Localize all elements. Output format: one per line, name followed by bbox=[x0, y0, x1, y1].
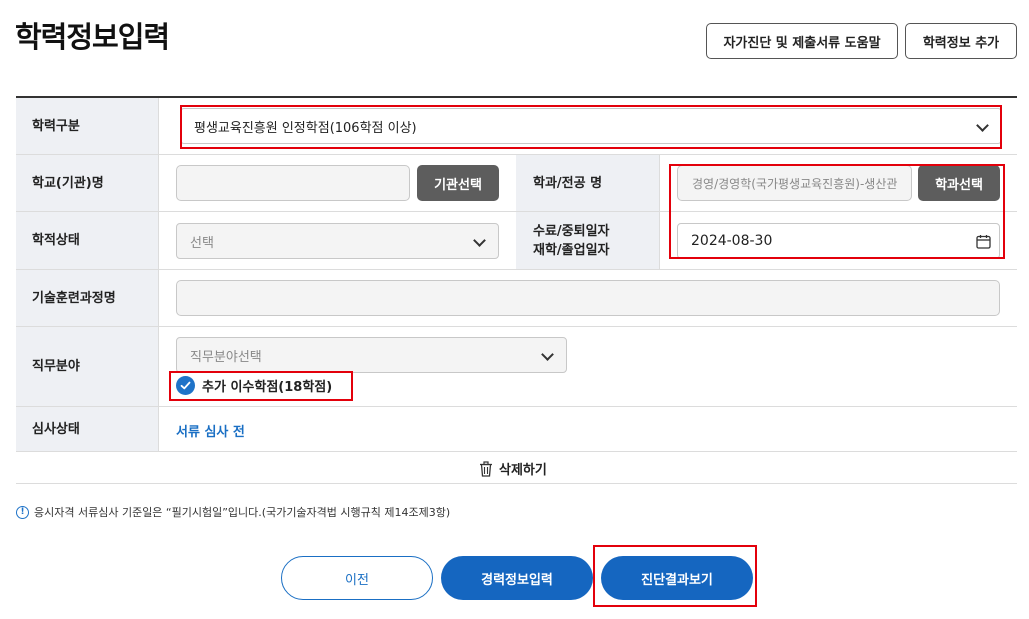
education-type-row: 학력구분 평생교육진흥원 인정학점(106학점 이상) bbox=[16, 98, 1017, 155]
enrollment-status-label: 학적상태 bbox=[16, 212, 158, 269]
job-field-label: 직무분야 bbox=[16, 327, 158, 406]
page-title: 학력정보입력 bbox=[15, 20, 170, 54]
calendar-icon[interactable] bbox=[976, 234, 991, 249]
select-institution-button[interactable]: 기관선택 bbox=[417, 165, 499, 201]
prev-button[interactable]: 이전 bbox=[281, 556, 433, 600]
completion-date-label-line2: 재학/졸업일자 bbox=[533, 242, 610, 258]
career-info-button[interactable]: 경력정보입력 bbox=[441, 556, 593, 600]
major-label: 학과/전공 명 bbox=[516, 155, 659, 211]
completion-date-label: 수료/중퇴일자 재학/졸업일자 bbox=[516, 212, 659, 269]
education-type-label: 학력구분 bbox=[16, 98, 158, 154]
info-icon: ! bbox=[16, 505, 29, 519]
education-form: 학력구분 평생교육진흥원 인정학점(106학점 이상) 학교(기관)명 기관선택… bbox=[16, 96, 1017, 484]
trash-icon bbox=[480, 460, 492, 477]
completion-date-label-line1: 수료/중퇴일자 bbox=[533, 223, 610, 239]
delete-label: 삭제하기 bbox=[499, 463, 547, 478]
school-label: 학교(기관)명 bbox=[16, 155, 158, 211]
review-status-label: 심사상태 bbox=[16, 407, 158, 451]
education-type-select[interactable]: 평생교육진흥원 인정학점(106학점 이상) bbox=[180, 108, 1002, 144]
view-result-button[interactable]: 진단결과보기 bbox=[601, 556, 753, 600]
delete-button[interactable]: 삭제하기 bbox=[479, 459, 547, 478]
major-input[interactable]: 경영/경영학(국가평생교육진흥원)-생산관 bbox=[677, 165, 912, 201]
chevron-down-icon bbox=[976, 119, 989, 132]
additional-credit-checkbox[interactable]: 추가 이수학점(18학점) bbox=[176, 376, 332, 395]
enrollment-row: 학적상태 선택 수료/중퇴일자 재학/졸업일자 2024-08-30 bbox=[16, 212, 1017, 270]
select-major-button[interactable]: 학과선택 bbox=[918, 165, 1000, 201]
school-input[interactable] bbox=[176, 165, 410, 201]
completion-date-input[interactable]: 2024-08-30 bbox=[677, 223, 1000, 259]
review-status-row: 심사상태 서류 심사 전 bbox=[16, 407, 1017, 452]
education-type-value: 평생교육진흥원 인정학점(106학점 이상) bbox=[194, 120, 417, 136]
additional-credit-label: 추가 이수학점(18학점) bbox=[202, 380, 333, 395]
checkmark-icon bbox=[176, 376, 195, 395]
enrollment-status-placeholder: 선택 bbox=[190, 235, 214, 251]
enrollment-status-select[interactable]: 선택 bbox=[176, 223, 499, 259]
review-status-value: 서류 심사 전 bbox=[176, 425, 245, 440]
notice: ! 응시자격 서류심사 기준일은 “필기시험일”입니다.(국가기술자격법 시행규… bbox=[16, 504, 450, 520]
school-row: 학교(기관)명 기관선택 학과/전공 명 경영/경영학(국가평생교육진흥원)-생… bbox=[16, 155, 1017, 212]
completion-date-value: 2024-08-30 bbox=[691, 233, 773, 249]
training-course-label: 기술훈련과정명 bbox=[16, 270, 158, 326]
add-education-button[interactable]: 학력정보 추가 bbox=[905, 23, 1017, 59]
notice-text: 응시자격 서류심사 기준일은 “필기시험일”입니다.(국가기술자격법 시행규칙 … bbox=[34, 506, 451, 519]
job-field-row: 직무분야 직무분야선택 추가 이수학점(18학점) bbox=[16, 327, 1017, 407]
chevron-down-icon bbox=[473, 234, 486, 247]
job-field-select[interactable]: 직무분야선택 bbox=[176, 337, 567, 373]
training-course-row: 기술훈련과정명 bbox=[16, 270, 1017, 327]
delete-row: 삭제하기 bbox=[16, 452, 1017, 484]
chevron-down-icon bbox=[541, 348, 554, 361]
training-course-input[interactable] bbox=[176, 280, 1000, 316]
help-button[interactable]: 자가진단 및 제출서류 도움말 bbox=[706, 23, 898, 59]
job-field-placeholder: 직무분야선택 bbox=[190, 349, 262, 365]
